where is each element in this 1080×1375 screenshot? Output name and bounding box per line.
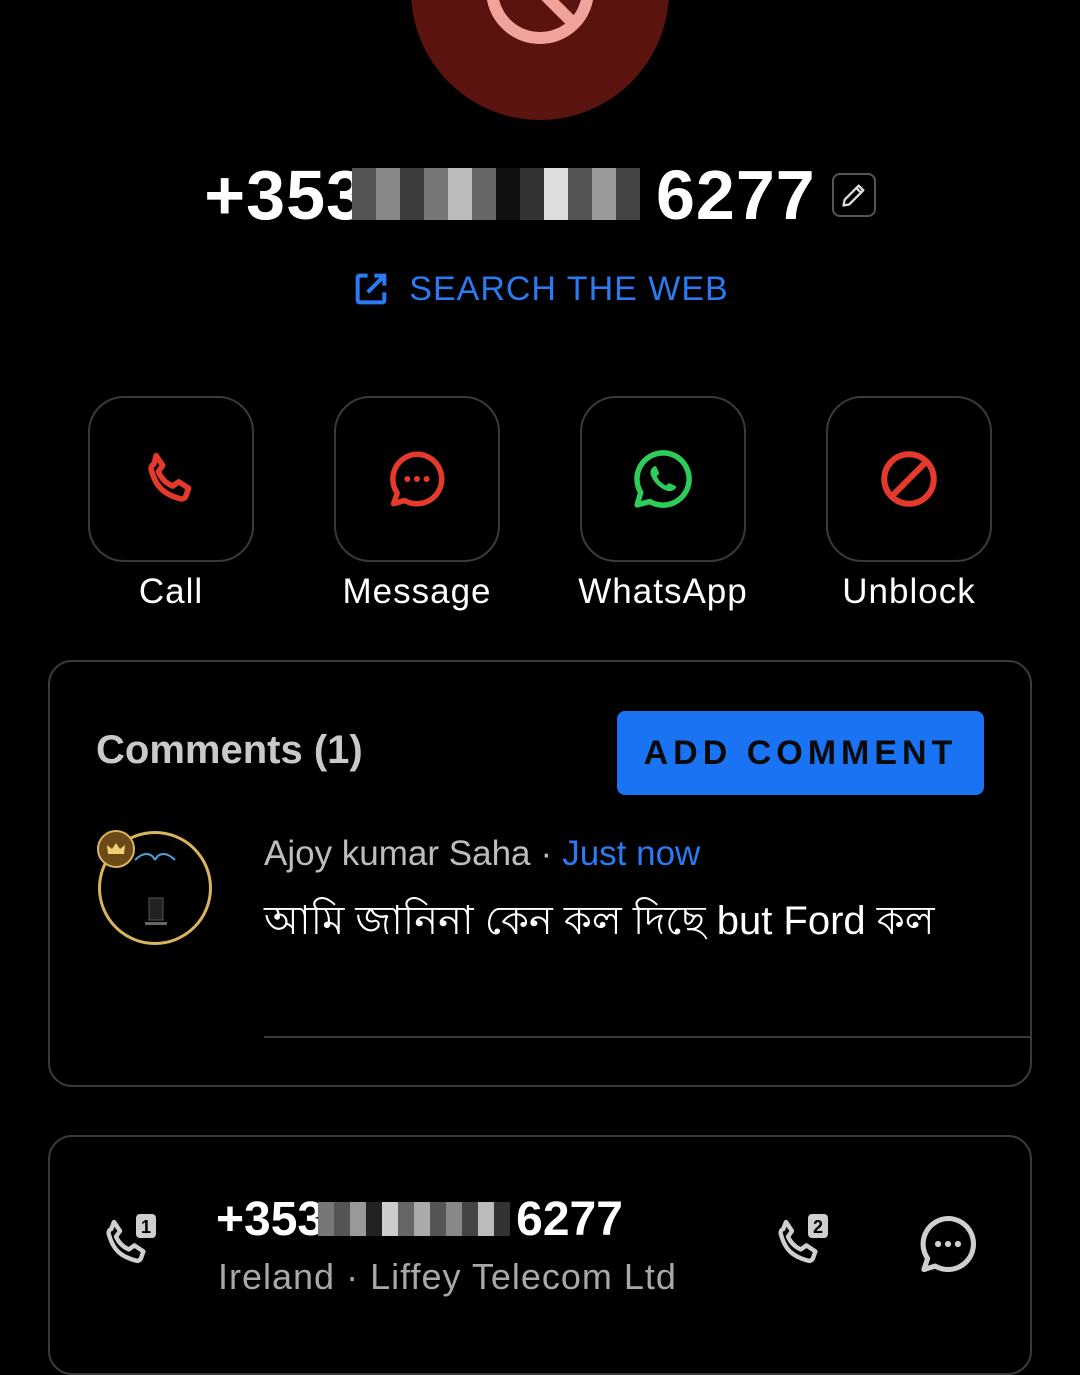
block-icon <box>881 451 937 507</box>
sim2-call-icon: 2 <box>778 1214 828 1263</box>
svg-text:2: 2 <box>813 1217 823 1237</box>
comment-meta: Ajoy kumar Saha · Just now <box>264 834 700 874</box>
message-icon <box>920 1215 977 1273</box>
call-button[interactable] <box>88 396 254 562</box>
block-icon <box>486 0 594 44</box>
comment-divider <box>264 1036 1030 1038</box>
phone-number-row: +353 6277 <box>0 150 1080 240</box>
unblock-action[interactable]: Unblock <box>826 396 992 612</box>
whatsapp-action[interactable]: WhatsApp <box>578 396 748 612</box>
number-details-card <box>48 1135 1032 1375</box>
card-redacted-digits <box>318 1202 510 1236</box>
sim1-call-icon: 1 <box>106 1214 156 1263</box>
comment-text: আমি জানিনা কেন কল দিছে but Ford কল <box>264 899 935 943</box>
message-label: Message <box>342 572 492 611</box>
add-comment-button[interactable]: ADD COMMENT <box>617 711 984 795</box>
edit-number-button[interactable] <box>831 173 876 217</box>
call-action[interactable]: Call <box>88 396 254 612</box>
country-carrier: Ireland · Liffey Telecom Ltd <box>218 1256 677 1297</box>
search-the-web-link[interactable]: SEARCH THE WEB <box>0 262 1080 316</box>
external-link-icon <box>355 273 387 305</box>
whatsapp-label: WhatsApp <box>578 572 748 611</box>
comments-title: Comments (1) <box>96 728 363 772</box>
message-button[interactable] <box>334 396 500 562</box>
contact-avatar <box>411 0 669 120</box>
call-sim2-button[interactable]: 2 <box>772 1210 836 1279</box>
unblock-button[interactable] <box>826 396 992 562</box>
message-icon <box>390 451 445 507</box>
phone-icon <box>148 452 192 502</box>
call-label: Call <box>138 572 204 611</box>
comment-time: Just now <box>562 834 701 873</box>
call-sim1-button[interactable]: 1 <box>100 1210 164 1279</box>
redacted-digits <box>352 168 641 220</box>
separator-dot: · <box>540 834 553 873</box>
comment-author[interactable]: Ajoy kumar Saha <box>264 834 531 873</box>
unblock-label: Unblock <box>842 572 976 611</box>
crown-badge-icon <box>97 830 135 868</box>
svg-text:1: 1 <box>141 1217 151 1237</box>
whatsapp-icon <box>634 450 692 508</box>
search-the-web-label: SEARCH THE WEB <box>409 269 729 308</box>
message-number-button[interactable] <box>914 1210 982 1283</box>
pencil-icon <box>842 184 865 207</box>
message-action[interactable]: Message <box>334 396 500 612</box>
whatsapp-button[interactable] <box>580 396 746 562</box>
